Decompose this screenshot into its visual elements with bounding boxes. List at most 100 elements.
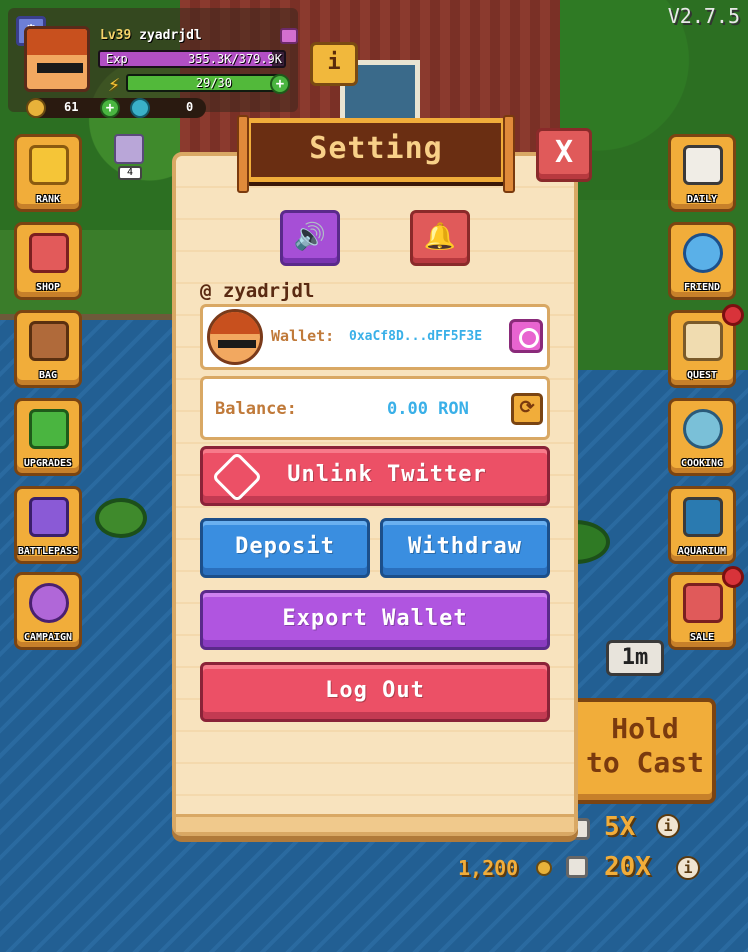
energy-bar: 29/30: [126, 74, 284, 92]
avatar-glasses: [37, 63, 83, 73]
avatar-glasses: [218, 340, 256, 348]
bell-icon: 🔔: [423, 222, 457, 252]
plank-peg: [237, 115, 249, 193]
sale-label: SALE: [689, 632, 715, 643]
avatar[interactable]: [24, 26, 90, 92]
wallet-label: Wallet:: [271, 327, 335, 345]
username: @ zyadrjdl: [200, 280, 315, 302]
avatar-hair: [210, 312, 260, 334]
item-widget[interactable]: 4: [112, 134, 148, 182]
trophy-icon: [29, 145, 69, 185]
currency-row: 61 + 0: [26, 98, 206, 118]
aquarium-label: AQUARIUM: [677, 546, 727, 557]
unlink-twitter-label: Unlink Twitter: [287, 462, 487, 487]
gem-icon: [130, 98, 150, 118]
modal-footer: [176, 814, 574, 832]
cooking-label: COOKING: [680, 458, 724, 469]
wallet-card: Wallet: 0xaCf8D...dFF5F3E: [200, 304, 550, 370]
sound-toggle-button[interactable]: 🔊: [280, 210, 340, 266]
scroll-icon: [683, 321, 723, 361]
cooking-pot-icon: [683, 409, 723, 449]
upgrades-button[interactable]: UPGRADES: [14, 398, 82, 476]
calendar-icon: [683, 145, 723, 185]
player-hud: ⚙ Lv39 zyadrjdl Exp 355.3K/379.9K ⚡ 29/3…: [8, 8, 298, 118]
friend-icon: [683, 233, 723, 273]
bag-button[interactable]: BAG: [14, 310, 82, 388]
exp-value: 355.3K/379.9K: [188, 52, 282, 66]
cooking-button[interactable]: COOKING: [668, 398, 736, 476]
add-energy-icon[interactable]: +: [270, 74, 290, 94]
balance-label: Balance:: [215, 399, 297, 419]
multiplier-5x: 5X: [604, 812, 636, 842]
info-icon[interactable]: i: [676, 856, 700, 880]
settings-title-plank: Setting: [237, 115, 515, 193]
quest-notification-dot: [722, 304, 744, 326]
gem-value: 0: [186, 100, 194, 114]
close-button[interactable]: X: [536, 128, 592, 182]
friend-label: FRIEND: [683, 282, 721, 293]
rank-label: RANK: [35, 194, 61, 205]
settings-title: Setting: [309, 131, 443, 166]
energy-bolt-icon: ⚡: [108, 72, 121, 96]
upgrade-arrow-icon: [29, 409, 69, 449]
player-level-name: Lv39 zyadrjdl: [100, 28, 202, 43]
export-wallet-button[interactable]: Export Wallet: [200, 590, 550, 650]
unlink-chain-icon: [211, 451, 263, 503]
coin-value: 61: [64, 100, 79, 114]
cast-label: Hold to Cast: [585, 712, 704, 779]
wallet-address: 0xaCf8D...dFF5F3E: [349, 329, 483, 344]
deposit-button[interactable]: Deposit: [200, 518, 370, 578]
balance-value: 0.00 RON: [387, 399, 469, 419]
hold-to-cast-button[interactable]: Hold to Cast: [570, 698, 716, 804]
add-coin-icon[interactable]: +: [100, 98, 120, 118]
bag-label: BAG: [38, 370, 58, 381]
balance-card: Balance: 0.00 RON ⟳: [200, 376, 550, 440]
avatar-hair: [27, 29, 87, 55]
energy-value: 29/30: [195, 76, 232, 90]
log-out-button[interactable]: Log Out: [200, 662, 550, 722]
item-count-badge: 4: [118, 166, 142, 180]
battlepass-button[interactable]: BATTLEPASS: [14, 486, 82, 564]
player-level: Lv39: [100, 28, 132, 43]
notification-toggle-button[interactable]: 🔔: [410, 210, 470, 266]
backpack-icon: [29, 321, 69, 361]
refresh-icon[interactable]: ⟳: [511, 393, 543, 425]
copy-address-icon[interactable]: [509, 319, 543, 353]
player-name: zyadrjdl: [139, 28, 202, 43]
daily-label: DAILY: [686, 194, 718, 205]
quest-label: QUEST: [686, 370, 718, 381]
upgrades-label: UPGRADES: [23, 458, 73, 469]
campaign-label: CAMPAIGN: [23, 632, 73, 643]
small-island: [95, 498, 147, 538]
sale-notification-dot: [722, 566, 744, 588]
item-icon: [114, 134, 144, 164]
exp-bar: Exp 355.3K/379.9K: [98, 50, 286, 68]
wallet-avatar: [207, 309, 263, 365]
rank-button[interactable]: RANK: [14, 134, 82, 212]
battlepass-label: BATTLEPASS: [17, 546, 79, 557]
shop-button[interactable]: SHOP: [14, 222, 82, 300]
friend-button[interactable]: FRIEND: [668, 222, 736, 300]
exp-label: Exp: [106, 52, 128, 66]
multiplier-cost: 1,200: [458, 856, 519, 880]
campaign-button[interactable]: CAMPAIGN: [14, 572, 82, 650]
unlink-twitter-button[interactable]: Unlink Twitter: [200, 446, 550, 506]
shop-label: SHOP: [35, 282, 61, 293]
megaphone-icon: [683, 583, 723, 623]
withdraw-button[interactable]: Withdraw: [380, 518, 550, 578]
multiplier-20x: 20X: [604, 852, 651, 882]
coin-icon: [536, 860, 552, 876]
profile-icon[interactable]: [280, 28, 298, 44]
aquarium-button[interactable]: AQUARIUM: [668, 486, 736, 564]
daily-button[interactable]: DAILY: [668, 134, 736, 212]
timer-badge: 1m: [606, 640, 664, 676]
speaker-icon: 🔊: [293, 222, 327, 252]
version-label: V2.7.5: [667, 4, 740, 28]
plank-peg: [503, 115, 515, 193]
multiplier-20x-checkbox[interactable]: [566, 856, 588, 878]
ticket-icon: [29, 497, 69, 537]
fish-tank-icon: [683, 497, 723, 537]
balloon-icon: [29, 583, 69, 623]
info-button[interactable]: i: [310, 42, 358, 86]
info-icon[interactable]: i: [656, 814, 680, 838]
